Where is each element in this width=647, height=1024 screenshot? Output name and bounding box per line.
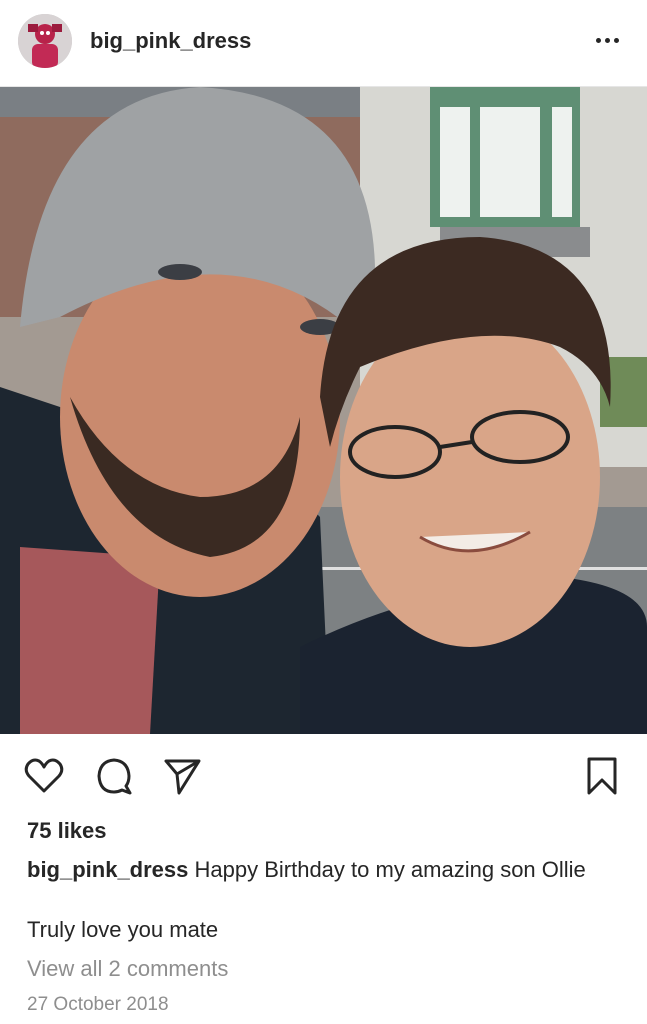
comment-icon bbox=[97, 758, 132, 795]
post-photo[interactable] bbox=[0, 87, 647, 734]
post-header: big_pink_dress bbox=[0, 0, 647, 87]
action-bar bbox=[0, 748, 647, 804]
likes-count[interactable]: 75 likes bbox=[27, 818, 107, 844]
comment-button[interactable] bbox=[92, 754, 136, 798]
save-button[interactable] bbox=[580, 754, 624, 798]
post-username[interactable]: big_pink_dress bbox=[90, 28, 251, 54]
post-date: 27 October 2018 bbox=[27, 994, 169, 1015]
view-comments-link[interactable]: View all 2 comments bbox=[27, 956, 228, 982]
more-options-icon bbox=[595, 37, 601, 43]
more-options-icon bbox=[613, 37, 619, 43]
more-options-button[interactable] bbox=[589, 24, 625, 56]
share-icon bbox=[164, 759, 201, 795]
avatar[interactable] bbox=[18, 14, 72, 68]
caption-text-line2: Truly love you mate bbox=[27, 917, 219, 942]
share-button[interactable] bbox=[160, 754, 204, 798]
photo-illustration bbox=[0, 87, 647, 734]
bookmark-icon bbox=[587, 757, 617, 795]
caption-username[interactable]: big_pink_dress bbox=[27, 857, 188, 882]
avatar-icon bbox=[18, 14, 72, 68]
post-caption: big_pink_dress Happy Birthday to my amaz… bbox=[27, 856, 617, 884]
more-options-icon bbox=[604, 37, 610, 43]
caption-text: Happy Birthday to my amazing son Ollie bbox=[188, 857, 586, 882]
heart-icon bbox=[24, 758, 64, 793]
like-button[interactable] bbox=[22, 754, 66, 798]
